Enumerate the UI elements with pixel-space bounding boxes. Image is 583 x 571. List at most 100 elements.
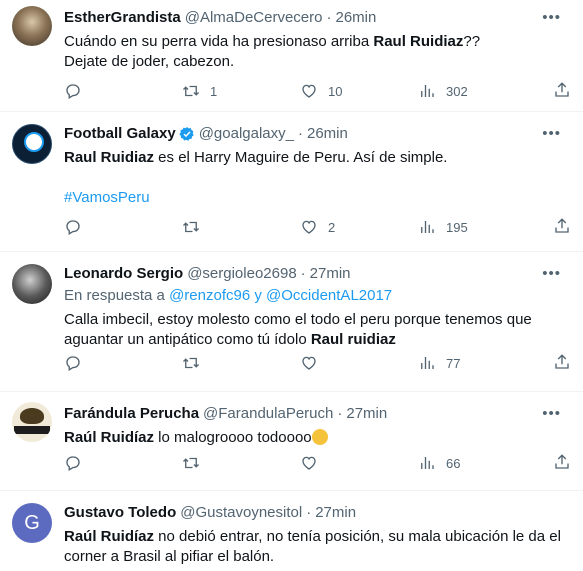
- reply-button[interactable]: [64, 217, 182, 237]
- views-icon: [421, 457, 434, 469]
- like-button[interactable]: 10: [300, 81, 418, 101]
- text-segment: no debió entrar, no tenía posición, su m…: [154, 528, 561, 545]
- highlight-text: Raúl Ruidíaz: [64, 429, 155, 446]
- share-icon: [555, 454, 569, 469]
- reply-button[interactable]: [64, 81, 182, 101]
- highlight-text: Raul ruidiaz: [310, 331, 396, 348]
- separator: ·: [337, 405, 343, 422]
- views-icon: [421, 85, 434, 97]
- like-button[interactable]: [300, 353, 418, 373]
- like-count: 2: [328, 219, 336, 235]
- username[interactable]: @Gustavoynesitol: [180, 503, 302, 523]
- views-icon: [421, 221, 434, 233]
- like-icon: [302, 456, 316, 470]
- text-segment: ??: [463, 33, 481, 50]
- highlight-text: Raul Ruidiaz: [373, 33, 464, 50]
- display-name[interactable]: Leonardo Sergio: [64, 264, 183, 284]
- hashtag-link[interactable]: #VamosPeru: [64, 188, 571, 208]
- tweet[interactable]: G Gustavo Toledo @Gustavoynesitol · 27mi…: [0, 491, 583, 571]
- tweet[interactable]: Leonardo Sergio @sergioleo2698 · 27min •…: [0, 252, 583, 392]
- separator: ·: [298, 125, 303, 142]
- username[interactable]: @AlmaDeCervecero: [185, 8, 323, 28]
- timestamp[interactable]: 26min: [336, 8, 377, 28]
- tweet-text: Raul Ruidiaz es el Harry Maguire de Peru…: [64, 148, 571, 208]
- share-button[interactable]: [553, 81, 571, 99]
- share-button[interactable]: [553, 353, 571, 371]
- reply-button[interactable]: [64, 453, 182, 473]
- unamused-face-icon: [311, 429, 328, 445]
- avatar[interactable]: [12, 6, 52, 46]
- avatar[interactable]: [12, 402, 52, 442]
- avatar-banner: [14, 426, 50, 434]
- reply-users-link[interactable]: @renzofc96 y @OccidentAL2017: [169, 287, 392, 304]
- tweet[interactable]: EstherGrandista @AlmaDeCervecero · 26min…: [0, 0, 583, 112]
- text-segment: es el Harry Maguire de Peru. Así de simp…: [154, 149, 448, 166]
- avatar[interactable]: G: [12, 503, 52, 543]
- display-name[interactable]: Farándula Perucha: [64, 404, 199, 424]
- separator: ·: [306, 504, 312, 521]
- retweet-icon: [183, 221, 199, 233]
- like-button[interactable]: [300, 453, 418, 473]
- share-button[interactable]: [553, 453, 571, 471]
- reply-icon: [66, 456, 80, 471]
- avatar-letter: G: [24, 512, 40, 534]
- action-bar: 66: [64, 453, 571, 473]
- username[interactable]: @FarandulaPeruch: [203, 404, 333, 424]
- views-button[interactable]: 66: [418, 453, 536, 473]
- tweet-header: Leonardo Sergio @sergioleo2698 · 27min: [64, 264, 571, 284]
- view-count: 77: [446, 355, 461, 371]
- highlight-text: Raúl Ruidíaz: [64, 528, 155, 545]
- avatar[interactable]: [12, 264, 52, 304]
- avatar[interactable]: [12, 124, 52, 164]
- retweet-button[interactable]: [182, 217, 300, 237]
- share-button[interactable]: [553, 217, 571, 235]
- retweet-button[interactable]: [182, 353, 300, 373]
- football-logo-icon: [24, 132, 44, 152]
- timestamp[interactable]: 27min: [315, 503, 356, 523]
- verified-icon: [179, 127, 194, 141]
- views-button[interactable]: 77: [418, 353, 536, 373]
- text-segment: Cuándo en su perra vida ha presionaso ar…: [64, 33, 374, 50]
- tweet-text: Raúl Ruidíaz lo malogroooo todoooo: [64, 428, 571, 448]
- action-bar: 77: [64, 353, 571, 373]
- tweet[interactable]: Football Galaxy @goalgalaxy_ · 26min •••…: [0, 112, 583, 252]
- like-button[interactable]: 2: [300, 217, 418, 237]
- retweet-button[interactable]: 1: [182, 81, 300, 101]
- more-icon[interactable]: •••: [542, 404, 561, 424]
- views-button[interactable]: 195: [418, 217, 536, 237]
- text-segment: corner a Brasil al pifiar el balón.: [64, 548, 275, 565]
- more-icon[interactable]: •••: [542, 264, 561, 284]
- like-icon: [302, 356, 316, 370]
- timestamp[interactable]: 26min: [307, 124, 348, 144]
- tweet-text: Cuándo en su perra vida ha presionaso ar…: [64, 32, 571, 72]
- text-segment: Calla imbecil, estoy molesto como el tod…: [64, 311, 532, 328]
- username[interactable]: @goalgalaxy_: [199, 124, 294, 144]
- reply-icon: [66, 220, 80, 235]
- view-count: 195: [446, 219, 468, 235]
- character-illustration-icon: [20, 408, 44, 424]
- like-icon: [302, 84, 316, 98]
- display-name[interactable]: EstherGrandista: [64, 8, 181, 28]
- text-segment: aguantar un antipático como tú ídolo: [64, 331, 311, 348]
- view-count: 66: [446, 455, 461, 471]
- reply-button[interactable]: [64, 353, 182, 373]
- tweet[interactable]: Farándula Perucha @FarandulaPeruch · 27m…: [0, 392, 583, 491]
- more-icon[interactable]: •••: [542, 8, 561, 28]
- more-icon[interactable]: •••: [542, 124, 561, 144]
- username[interactable]: @sergioleo2698: [187, 264, 296, 284]
- timestamp[interactable]: 27min: [346, 404, 387, 424]
- views-button[interactable]: 302: [418, 81, 536, 101]
- retweet-icon: [183, 357, 199, 369]
- reply-prefix: En respuesta a: [64, 287, 170, 304]
- tweet-header: Gustavo Toledo @Gustavoynesitol · 27min: [64, 503, 571, 523]
- display-name[interactable]: Gustavo Toledo: [64, 503, 176, 523]
- retweet-icon: [183, 85, 199, 97]
- timestamp[interactable]: 27min: [310, 264, 351, 284]
- retweet-icon: [183, 457, 199, 469]
- retweet-button[interactable]: [182, 453, 300, 473]
- reply-icon: [66, 356, 80, 371]
- reply-context: En respuesta a @renzofc96 y @OccidentAL2…: [64, 286, 571, 306]
- reply-icon: [66, 84, 80, 99]
- display-name[interactable]: Football Galaxy: [64, 124, 176, 144]
- tweet-header: Football Galaxy @goalgalaxy_ · 26min: [64, 124, 571, 144]
